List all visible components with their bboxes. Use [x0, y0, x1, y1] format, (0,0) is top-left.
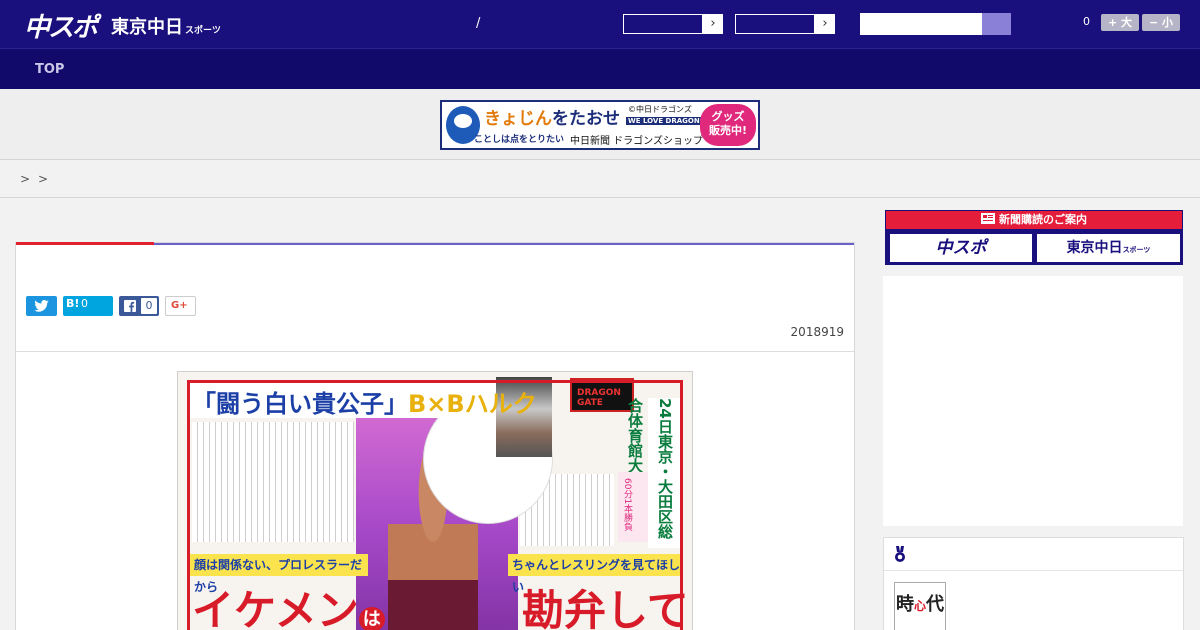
newspaper-icon: [981, 213, 995, 224]
ranking-box: 時心代: [883, 537, 1184, 630]
subscription-box: 新聞購読のご案内 中スポ 東京中日スポーツ: [885, 210, 1183, 265]
breadcrumb-separator: >: [38, 172, 49, 186]
article-image[interactable]: DRAGON GATE 「闘う白い貴公子」B×Bハルク 24日東京・大田区総合体…: [177, 371, 693, 630]
category-select[interactable]: ›: [734, 13, 836, 35]
breadcrumb-separator: >: [20, 172, 31, 186]
ranking-thumb-mark: 心: [913, 599, 926, 613]
dragons-shop-banner[interactable]: きょじんをたおせ ことしは点をとりたい 中日新聞 ドラゴンズショップ ©中日ドラ…: [440, 100, 760, 150]
hatena-icon: B!: [66, 297, 80, 310]
subscription-title-text: 新聞購読のご案内: [999, 213, 1087, 226]
chuspo-logo[interactable]: 中スポ: [24, 7, 98, 44]
header-separator: /: [476, 16, 481, 31]
facebook-icon: [124, 300, 136, 312]
font-size-larger-button[interactable]: + 大: [1101, 14, 1139, 31]
banner-badge: グッズ 販売中!: [700, 104, 756, 146]
facebook-share-button[interactable]: 0: [119, 296, 159, 316]
subscribe-tokyo-chunichi-suffix: スポーツ: [1122, 246, 1151, 254]
search-button[interactable]: [982, 13, 1011, 35]
subscribe-tokyo-chunichi-text: 東京中日: [1066, 240, 1123, 256]
tokyo-chunichi-logo-suffix: スポーツ: [185, 26, 221, 36]
search-input[interactable]: [860, 13, 983, 35]
twitter-share-button[interactable]: [26, 296, 57, 316]
article-divider: [16, 351, 854, 352]
article-date: 2018919: [790, 325, 844, 339]
follow-count: 0: [1083, 15, 1090, 28]
article-accent-bar: [16, 242, 154, 245]
subscribe-chuspo-link[interactable]: 中スポ: [890, 234, 1032, 262]
google-plus-share-button[interactable]: G+: [165, 296, 196, 316]
hatena-count: 0: [81, 297, 88, 310]
section-select-field: [623, 14, 703, 34]
chevron-right-icon: ›: [710, 16, 716, 31]
tokyo-chunichi-logo-text: 東京中日: [111, 17, 183, 38]
twitter-bird-icon: [34, 300, 49, 312]
sidebar-ad-slot[interactable]: [883, 276, 1183, 526]
category-select-field: [735, 14, 815, 34]
banner-badge-line2: 販売中!: [708, 124, 748, 137]
banner-badge-line1: グッズ: [711, 110, 745, 123]
banner-shop-name: 中日新聞 ドラゴンズショップ: [570, 136, 703, 147]
chevron-right-icon: ›: [822, 16, 828, 31]
banner-subline: ことしは点をとりたい: [474, 135, 565, 145]
hatena-bookmark-button[interactable]: B! 0: [63, 296, 113, 316]
article-card: B! 0 0 G+ 2018919 DRAGON GATE 「闘う白い貴公子」B…: [15, 242, 855, 630]
ranking-thumb-b: 代: [926, 594, 944, 615]
ranking-thumb-a: 時: [895, 594, 914, 615]
facebook-count: 0: [141, 298, 157, 314]
nav-item-top[interactable]: TOP: [35, 62, 64, 77]
subscription-title: 新聞購読のご案内: [886, 211, 1182, 229]
ad-band: きょじんをたおせ ことしは点をとりたい 中日新聞 ドラゴンズショップ ©中日ドラ…: [0, 89, 1200, 160]
font-size-smaller-button[interactable]: − 小: [1142, 14, 1180, 31]
newspaper-frame: [187, 380, 683, 630]
breadcrumb: > >: [0, 161, 1200, 198]
banner-headline: きょじんをたおせ: [484, 104, 620, 129]
banner-headline-a: きょじん: [484, 109, 552, 129]
site-header: 中スポ 東京中日 スポーツ / › › 0 + 大 − 小: [0, 0, 1200, 48]
google-plus-icon: G+: [171, 300, 188, 311]
banner-slogan: WE LOVE DRAGONS: [626, 117, 707, 125]
section-select[interactable]: ›: [622, 13, 724, 35]
subscribe-tokyo-chunichi-link[interactable]: 東京中日スポーツ: [1037, 234, 1180, 262]
ranking-thumbnail[interactable]: 時心代: [894, 582, 946, 630]
ranking-divider: [884, 570, 1183, 571]
medal-icon: [895, 546, 905, 562]
banner-brand: ©中日ドラゴンズ: [628, 105, 692, 114]
banner-headline-b: をたおせ: [552, 109, 620, 129]
article-accent-line: [154, 243, 854, 245]
tokyo-chunichi-logo[interactable]: 東京中日 スポーツ: [111, 13, 221, 39]
global-nav: TOP: [0, 48, 1200, 89]
